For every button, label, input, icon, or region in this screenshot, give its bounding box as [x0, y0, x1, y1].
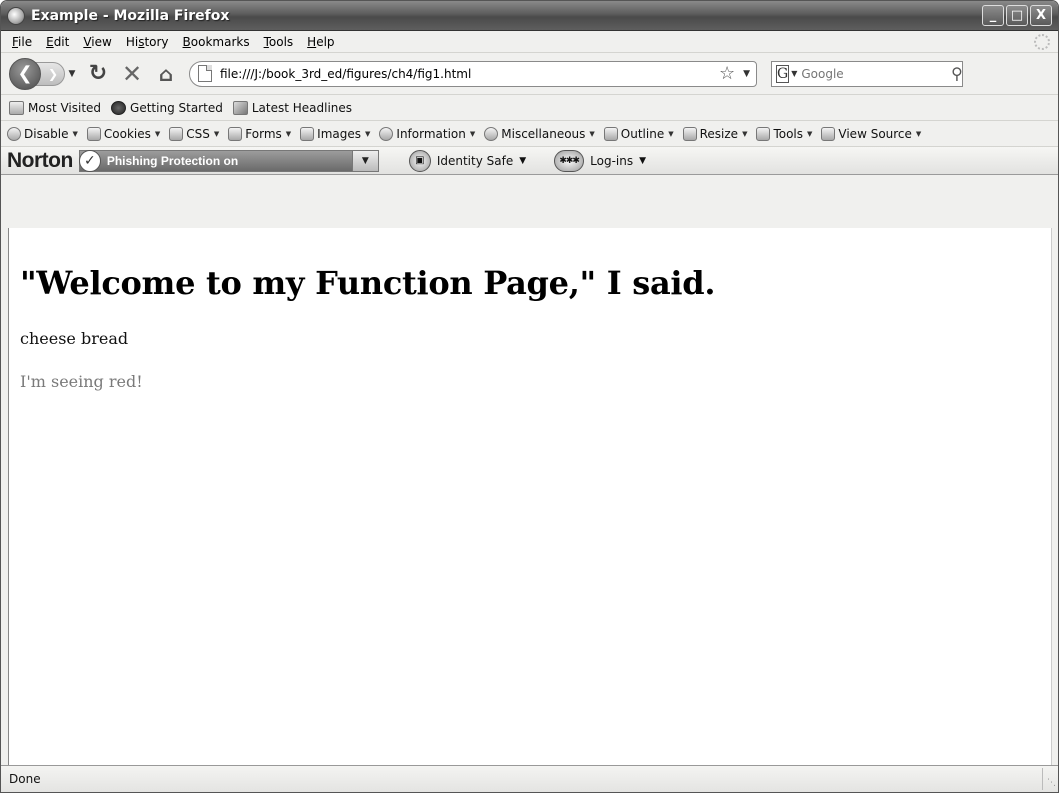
phishing-status: Phishing Protection on — [106, 153, 239, 168]
chevron-down-icon: ▼ — [639, 155, 647, 166]
close-button[interactable]: X — [1030, 5, 1052, 26]
window-controls: _ □ X — [982, 5, 1052, 26]
menu-bookmarks[interactable]: Bookmarks — [176, 35, 257, 49]
search-engine-icon[interactable]: G — [776, 64, 790, 83]
phishing-protection-dropdown[interactable]: ✓ Phishing Protection on ▼ — [78, 149, 379, 172]
url-dropdown-icon[interactable]: ▼ — [743, 69, 750, 79]
paragraph-seeing-red: I'm seeing red! — [20, 372, 143, 391]
dev-information[interactable]: Information ▼ — [379, 126, 476, 141]
star-icon[interactable]: ☆ — [719, 63, 735, 84]
dropdown-caret-icon: ▼ — [915, 129, 922, 138]
dropdown-caret-icon: ▼ — [469, 129, 476, 138]
dev-forms[interactable]: Forms ▼ — [228, 126, 292, 141]
throbber-icon — [1034, 33, 1050, 50]
images-icon — [300, 126, 315, 141]
cookies-icon — [86, 126, 101, 141]
search-engine-dropdown-icon[interactable]: ▼ — [791, 69, 797, 78]
dev-outline[interactable]: Outline ▼ — [603, 126, 674, 141]
menu-file[interactable]: File — [5, 35, 39, 49]
chevron-down-icon[interactable]: ▼ — [351, 150, 378, 171]
dev-resize[interactable]: Resize ▼ — [682, 126, 748, 141]
logins-button[interactable]: ✱✱✱ Log-ins ▼ — [554, 149, 647, 172]
bookmark-most-visited[interactable]: Most Visited — [9, 100, 101, 115]
dev-disable[interactable]: Disable ▼ — [7, 126, 78, 141]
browser-window: Example - Mozilla Firefox _ □ X File Edi… — [0, 0, 1059, 793]
lock-icon: ▣ — [408, 149, 431, 172]
norton-toolbar: Norton ✓ Phishing Protection on ▼ ▣ Iden… — [1, 147, 1058, 175]
dropdown-caret-icon: ▼ — [285, 129, 292, 138]
information-icon — [379, 126, 394, 141]
dropdown-caret-icon: ▼ — [807, 129, 813, 138]
arrow-left-icon: ❮ — [17, 63, 33, 84]
dropdown-caret-icon: ▼ — [213, 129, 220, 138]
disable-icon — [7, 126, 21, 141]
status-bar: Done ⋱ — [1, 765, 1058, 792]
resize-grip-icon[interactable]: ⋱ — [1042, 768, 1058, 790]
dropdown-caret-icon: ▼ — [742, 129, 748, 138]
css-icon — [169, 126, 184, 141]
menu-bar: File Edit View History Bookmarks Tools H… — [1, 31, 1058, 53]
view-source-icon — [821, 126, 836, 141]
identity-safe-button[interactable]: ▣ Identity Safe ▼ — [408, 149, 527, 172]
minimize-button[interactable]: _ — [982, 5, 1004, 26]
history-dropdown-icon[interactable]: ▼ — [65, 69, 79, 79]
menu-view[interactable]: View — [76, 35, 118, 49]
reload-button[interactable]: ↻ — [83, 59, 113, 89]
url-bar[interactable]: file:///J:/book_3rd_ed/figures/ch4/fig1.… — [189, 60, 757, 87]
paragraph-cheese-bread: cheese bread — [20, 329, 129, 348]
dev-cookies[interactable]: Cookies ▼ — [86, 126, 161, 141]
window-title: Example - Mozilla Firefox — [31, 7, 230, 24]
back-forward-group: ❮ ❯ ▼ — [9, 57, 79, 90]
page-heading: "Welcome to my Function Page," I said. — [20, 264, 716, 302]
norton-logo: Norton — [7, 148, 73, 172]
page-icon — [198, 65, 212, 82]
page-content: "Welcome to my Function Page," I said. c… — [8, 228, 1052, 766]
navigation-toolbar: ❮ ❯ ▼ ↻ ✕ ⌂ file:///J:/book_3rd_ed/figur… — [1, 53, 1058, 95]
back-button[interactable]: ❮ — [9, 57, 41, 90]
home-icon: ⌂ — [158, 61, 174, 86]
tools-icon — [756, 126, 771, 141]
forms-icon — [228, 126, 243, 141]
home-button[interactable]: ⌂ — [151, 59, 181, 89]
menu-edit[interactable]: Edit — [39, 35, 76, 49]
title-bar: Example - Mozilla Firefox _ □ X — [1, 1, 1058, 31]
dropdown-caret-icon: ▼ — [72, 129, 78, 138]
firefox-icon — [111, 100, 127, 115]
maximize-button[interactable]: □ — [1006, 5, 1028, 26]
rss-icon — [232, 100, 248, 115]
status-text: Done — [9, 772, 41, 786]
bookmarks-toolbar: Most Visited Getting Started Latest Head… — [1, 95, 1058, 121]
search-input[interactable] — [801, 66, 952, 81]
dev-miscellaneous[interactable]: Miscellaneous ▼ — [484, 126, 595, 141]
dropdown-caret-icon: ▼ — [154, 129, 161, 138]
resize-icon — [682, 126, 697, 141]
dropdown-caret-icon: ▼ — [668, 129, 674, 138]
dev-css[interactable]: CSS ▼ — [169, 126, 220, 141]
menu-tools[interactable]: Tools — [257, 35, 301, 49]
dropdown-caret-icon: ▼ — [365, 129, 371, 138]
dev-images[interactable]: Images ▼ — [300, 126, 371, 141]
stop-button[interactable]: ✕ — [117, 59, 147, 89]
outline-icon — [603, 126, 618, 141]
bookmark-latest-headlines[interactable]: Latest Headlines — [232, 100, 352, 115]
password-icon: ✱✱✱ — [554, 149, 585, 172]
bookmark-getting-started[interactable]: Getting Started — [111, 100, 223, 115]
web-developer-toolbar: Disable ▼ Cookies ▼ CSS ▼ Forms ▼ Images ▼ In… — [1, 121, 1058, 147]
check-icon: ✓ — [78, 149, 101, 172]
reload-icon: ↻ — [88, 61, 108, 86]
arrow-right-icon: ❯ — [47, 66, 59, 81]
menu-help[interactable]: Help — [300, 35, 341, 49]
search-icon[interactable]: ⚲ — [951, 64, 963, 83]
dev-tools[interactable]: Tools ▼ — [756, 126, 813, 141]
menu-history[interactable]: History — [119, 35, 176, 49]
search-bar: G ▼ ⚲ — [771, 60, 963, 87]
url-text[interactable]: file:///J:/book_3rd_ed/figures/ch4/fig1.… — [220, 67, 719, 81]
dev-view-source[interactable]: View Source ▼ — [821, 126, 922, 141]
chevron-down-icon: ▼ — [519, 155, 527, 166]
firefox-icon — [7, 6, 25, 25]
dropdown-caret-icon: ▼ — [589, 129, 595, 138]
stop-icon: ✕ — [121, 59, 143, 88]
miscellaneous-icon — [484, 126, 499, 141]
most-visited-icon — [9, 100, 24, 115]
